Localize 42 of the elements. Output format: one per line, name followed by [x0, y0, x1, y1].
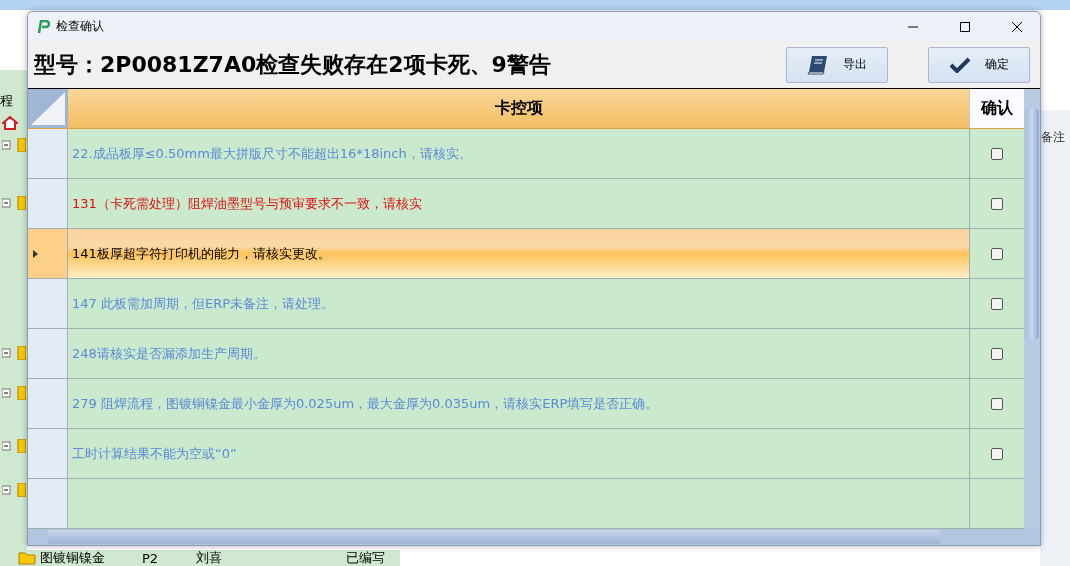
- checkbox[interactable]: [991, 447, 1003, 460]
- folder-icon[interactable]: [2, 196, 26, 210]
- close-icon: [1011, 20, 1023, 33]
- table-cell: 141板厚超字符打印机的能力，请核实更改。: [68, 229, 969, 278]
- checkbox[interactable]: [991, 297, 1003, 310]
- table-cell: 工时计算结果不能为空或“0”: [68, 429, 969, 478]
- folder-icon[interactable]: [18, 551, 36, 565]
- table-cell: P2: [142, 550, 159, 566]
- table-cell: 22.成品板厚≤0.50mm最大拼版尺寸不能超出16*18inch，请核实。: [68, 129, 969, 178]
- checkbox[interactable]: [991, 147, 1003, 160]
- export-button[interactable]: 导出: [786, 46, 888, 83]
- vertical-scrollbar[interactable]: [1024, 89, 1040, 529]
- home-icon: [2, 116, 18, 130]
- table-cell: 刘喜: [196, 549, 222, 566]
- table-cell: 147 此板需加周期，但ERP未备注，请处理。: [68, 279, 969, 328]
- confirm-button[interactable]: 确定: [928, 46, 1030, 83]
- tree-label: 程: [0, 92, 13, 110]
- column-header[interactable]: 确认: [969, 89, 1024, 128]
- checkmark-icon: [949, 56, 971, 73]
- folder-icon[interactable]: [2, 483, 26, 497]
- checkbox[interactable]: [991, 397, 1003, 410]
- folder-icon[interactable]: [2, 439, 26, 453]
- app-logo-icon: [36, 19, 50, 34]
- folder-icon[interactable]: [2, 386, 26, 400]
- book-icon: [807, 54, 829, 75]
- maximize-icon: [959, 20, 971, 33]
- table-cell: 279 阻焊流程，图镀铜镍金最小金厚为0.025um，最大金厚为0.035um，请核实ERP填写是否正确。: [68, 379, 969, 428]
- table-cell: 248请核实是否漏添加生产周期。: [68, 329, 969, 378]
- window-title: 检查确认: [56, 18, 105, 35]
- dialog-heading: 型号：2P0081Z7A0检查失败存在2项卡死、9警告: [34, 50, 552, 79]
- checkbox[interactable]: [991, 197, 1003, 210]
- current-row-icon: [33, 249, 38, 258]
- folder-icon[interactable]: [2, 346, 26, 360]
- table-cell: 图镀铜镍金: [40, 549, 105, 566]
- folder-icon[interactable]: [2, 138, 26, 152]
- checkbox[interactable]: [991, 247, 1003, 260]
- table-cell: 已编写: [346, 549, 385, 566]
- column-header[interactable]: 卡控项: [68, 89, 969, 128]
- horizontal-scrollbar[interactable]: [28, 529, 1040, 545]
- table-cell: 131（卡死需处理）阻焊油墨型号与预审要求不一致，请核实: [68, 179, 969, 228]
- checkbox[interactable]: [991, 347, 1003, 360]
- column-header: 备注: [1041, 129, 1065, 146]
